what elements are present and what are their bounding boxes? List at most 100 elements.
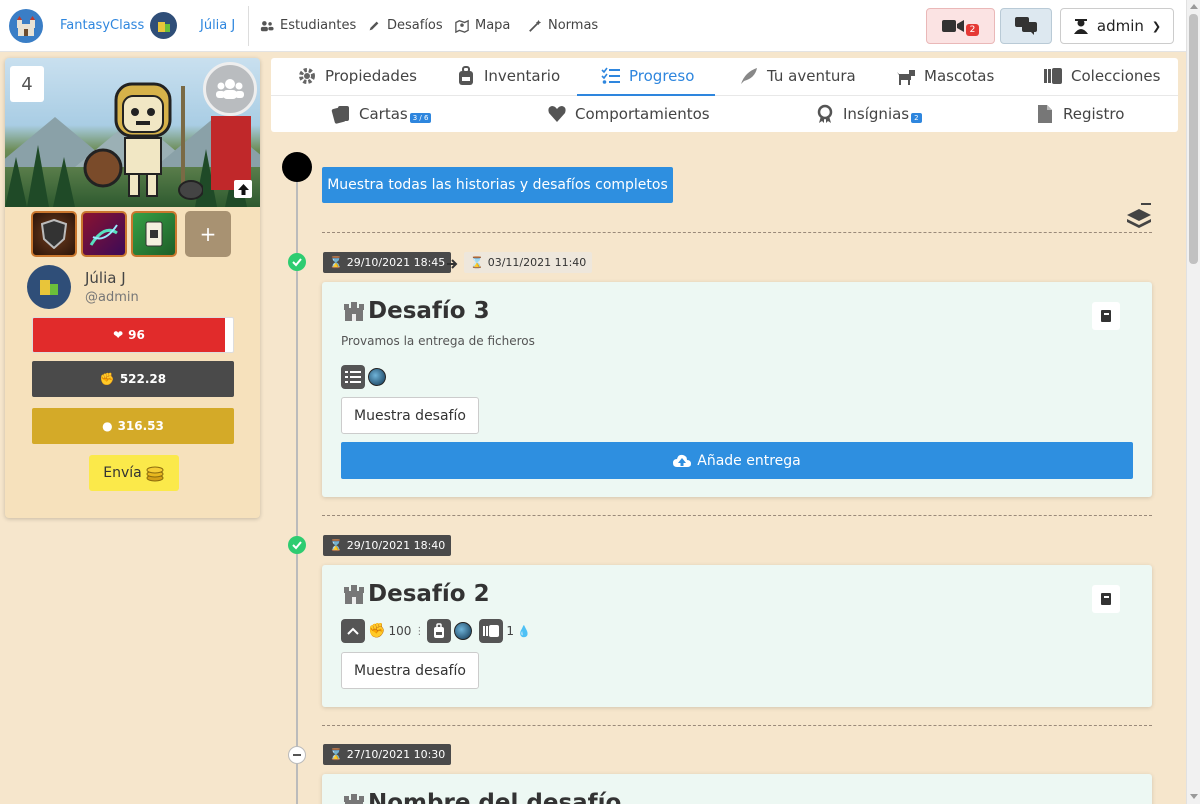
nav-students[interactable]: Estudiantes bbox=[260, 18, 356, 33]
heart-icon: ❤ bbox=[113, 328, 124, 342]
video-button[interactable]: 2 bbox=[926, 8, 995, 44]
gear-icon bbox=[299, 68, 315, 84]
tab-inventory[interactable]: Inventario bbox=[456, 66, 560, 86]
group-icon[interactable] bbox=[203, 62, 257, 116]
tab-adventure[interactable]: Tu aventura bbox=[739, 66, 856, 86]
hourglass-icon: ⌛ bbox=[329, 539, 343, 552]
show-challenge-button[interactable]: Muestra desafío bbox=[341, 652, 479, 689]
hourglass-icon: ⌛ bbox=[329, 256, 343, 269]
scroll-up-icon[interactable] bbox=[1190, 4, 1198, 9]
drop-icon: 💧 bbox=[516, 624, 531, 638]
show-all-history-button[interactable]: Muestra todas las historias y desafíos c… bbox=[322, 167, 673, 203]
tab-badges[interactable]: Insígnias 2 bbox=[815, 104, 922, 124]
fist-icon: ✊ bbox=[368, 623, 386, 639]
chevron-up-icon bbox=[341, 619, 365, 643]
xp-reward: 100 bbox=[388, 624, 412, 638]
start-date-tag: ⌛ 29/10/2021 18:40 bbox=[323, 535, 452, 556]
avatar-character bbox=[83, 82, 203, 200]
admin-dropdown[interactable]: admin ❯ bbox=[1060, 8, 1174, 44]
character-scene: 4 bbox=[5, 58, 260, 207]
video-camera-icon bbox=[941, 20, 964, 32]
start-date-text: 29/10/2021 18:45 bbox=[346, 256, 446, 269]
challenge-title: Nombre del desafío bbox=[342, 790, 621, 804]
equipped-cards: + bbox=[31, 211, 231, 257]
card-scroll-icon[interactable] bbox=[131, 211, 177, 257]
magic-card-icon[interactable] bbox=[81, 211, 127, 257]
pencil-icon bbox=[369, 21, 379, 30]
coins-icon: ● bbox=[102, 419, 113, 433]
tab-properties-label: Propiedades bbox=[325, 67, 417, 85]
heart-icon bbox=[548, 106, 566, 122]
teacher-icon bbox=[1073, 19, 1088, 34]
coins-icon bbox=[146, 466, 164, 482]
notebook-icon[interactable] bbox=[1092, 585, 1120, 613]
tab-properties[interactable]: Propiedades bbox=[297, 66, 417, 86]
player-avatar[interactable] bbox=[27, 265, 71, 309]
planet-icon bbox=[368, 368, 386, 386]
completed-check-icon bbox=[288, 536, 306, 554]
castle-icon bbox=[344, 585, 364, 604]
completed-check-icon bbox=[288, 253, 306, 271]
tree-shape bbox=[5, 157, 27, 207]
tab-collections-label: Colecciones bbox=[1071, 67, 1161, 85]
gold-bar: ● 316.53 bbox=[32, 408, 234, 444]
shield-card-icon[interactable] bbox=[31, 211, 77, 257]
show-challenge-button[interactable]: Muestra desafío bbox=[341, 397, 479, 434]
cloud-upload-icon bbox=[673, 454, 692, 467]
challenge-card: Desafío 2 ✊ 100 ⋮ 1 💧 Muestra desafío bbox=[322, 565, 1152, 707]
backpack-icon bbox=[459, 66, 473, 85]
send-gold-button[interactable]: Envía bbox=[89, 455, 179, 491]
tab-log[interactable]: Registro bbox=[1035, 104, 1124, 124]
nav-rules-label: Normas bbox=[548, 18, 599, 33]
layers-icon[interactable] bbox=[1125, 203, 1153, 233]
tab-cards[interactable]: Cartas 3 / 6 bbox=[331, 104, 432, 124]
add-delivery-button[interactable]: Añade entrega bbox=[341, 442, 1133, 479]
player-info: Júlia J @admin bbox=[27, 265, 139, 309]
tab-progress[interactable]: Progreso bbox=[601, 66, 694, 86]
add-card-button[interactable]: + bbox=[185, 211, 231, 257]
pending-dot-icon bbox=[288, 746, 306, 764]
tab-cards-label: Cartas bbox=[359, 105, 408, 123]
castle-logo-icon[interactable] bbox=[9, 9, 43, 43]
banner-flag bbox=[211, 116, 251, 190]
page-scrollbar[interactable] bbox=[1186, 0, 1200, 804]
character-panel: 4 + Júlia J @admin ❤ 96 ✊ 522.28 ● 316.5… bbox=[5, 58, 260, 518]
backpack-icon bbox=[427, 619, 452, 643]
notebook-icon[interactable] bbox=[1092, 302, 1120, 330]
upload-icon[interactable] bbox=[234, 180, 252, 198]
user-avatar-icon[interactable] bbox=[150, 12, 177, 39]
timeline-start-dot bbox=[282, 152, 312, 182]
scroll-thumb[interactable] bbox=[1189, 14, 1198, 264]
tab-pets[interactable]: Mascotas bbox=[896, 66, 994, 86]
start-date-tag: ⌛ 27/10/2021 10:30 bbox=[323, 744, 452, 765]
profile-tabs: Propiedades Inventario Progreso Tu avent… bbox=[271, 58, 1178, 132]
start-date-text: 29/10/2021 18:40 bbox=[346, 539, 446, 552]
fist-icon: ✊ bbox=[99, 372, 115, 386]
nav-user-link[interactable]: Júlia J bbox=[200, 18, 235, 33]
map-icon bbox=[455, 19, 469, 33]
nav-challenges[interactable]: Desafíos bbox=[367, 18, 443, 33]
tab-collections[interactable]: Colecciones bbox=[1043, 66, 1160, 86]
nav-rules[interactable]: Normas bbox=[528, 18, 598, 33]
badges-badge: 2 bbox=[911, 113, 922, 123]
nav-map[interactable]: Mapa bbox=[455, 18, 510, 33]
start-date-text: 27/10/2021 10:30 bbox=[346, 748, 446, 761]
challenge-title: Desafío 3 bbox=[342, 298, 490, 324]
challenge-description: Provamos la entrega de ficheros bbox=[341, 334, 535, 348]
brand-link[interactable]: FantasyClass bbox=[60, 18, 144, 33]
xp-value: 522.28 bbox=[119, 372, 167, 386]
player-name: Júlia J bbox=[85, 269, 126, 287]
scroll-down-icon[interactable] bbox=[1190, 794, 1198, 799]
chat-button[interactable] bbox=[1000, 8, 1052, 44]
nav-divider bbox=[248, 6, 249, 46]
users-icon bbox=[260, 20, 274, 31]
player-handle: @admin bbox=[85, 290, 139, 305]
challenge-card: Nombre del desafío bbox=[322, 774, 1152, 804]
tab-badges-label: Insígnias bbox=[843, 105, 910, 123]
cards-badge: 3 / 6 bbox=[409, 113, 432, 123]
challenge-card: Desafío 3 Provamos la entrega de fichero… bbox=[322, 282, 1152, 497]
file-icon bbox=[1038, 105, 1052, 123]
tab-behaviours[interactable]: Comportamientos bbox=[547, 104, 710, 124]
tab-progress-label: Progreso bbox=[629, 67, 695, 85]
comments-icon bbox=[1015, 17, 1037, 35]
